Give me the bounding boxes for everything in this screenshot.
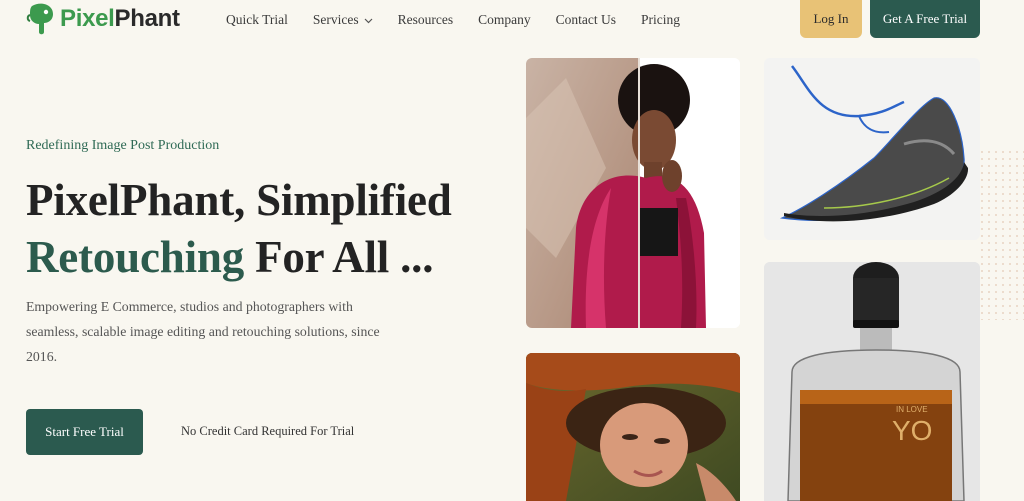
brand-wordmark: PixelPhant — [60, 5, 180, 32]
hero-title: PixelPhant, Simplified Retouching For Al… — [26, 172, 452, 286]
nav-item-pricing[interactable]: Pricing — [641, 12, 680, 28]
hero-title-accent: Retouching — [26, 232, 245, 282]
brand-logo[interactable]: PixelPhant — [26, 2, 180, 36]
woman-lying-portrait-photo — [526, 353, 740, 501]
hero-eyebrow: Redefining Image Post Production — [26, 138, 220, 153]
nav-item-services-label: Services — [312, 12, 359, 27]
login-button[interactable]: Log In — [800, 0, 862, 38]
get-free-trial-button[interactable]: Get A Free Trial — [870, 0, 980, 38]
perfume-bottle-photo: YO IN LOVE — [764, 262, 980, 501]
svg-text:IN LOVE: IN LOVE — [896, 405, 928, 414]
nav-item-resources[interactable]: Resources — [398, 12, 453, 28]
page: PixelPhant Quick Trial Services Resource… — [0, 0, 1024, 501]
hero-title-rest: For All ... — [244, 232, 434, 282]
nav-item-services[interactable]: Services — [313, 12, 373, 28]
woman-before-after-photo — [526, 58, 740, 328]
start-free-trial-button[interactable]: Start Free Trial — [26, 409, 143, 455]
main-nav: Quick Trial Services Resources Company C… — [226, 12, 680, 28]
dot-pattern-decoration — [980, 150, 1024, 320]
nav-item-company[interactable]: Company — [478, 12, 531, 28]
elephant-logo-icon — [26, 3, 53, 35]
nav-item-quick-trial[interactable]: Quick Trial — [226, 12, 288, 28]
hero-title-line1: PixelPhant, Simplified — [26, 175, 452, 225]
sneaker-clipping-path-photo — [764, 58, 980, 240]
nav-item-contact-us[interactable]: Contact Us — [556, 12, 616, 28]
svg-text:YO: YO — [892, 415, 932, 446]
hero-description: Empowering E Commerce, studios and photo… — [26, 299, 380, 364]
no-credit-card-note: No Credit Card Required For Trial — [181, 424, 355, 438]
hero-title-line2: Retouching For All ... — [26, 229, 452, 286]
chevron-down-icon — [364, 18, 373, 24]
